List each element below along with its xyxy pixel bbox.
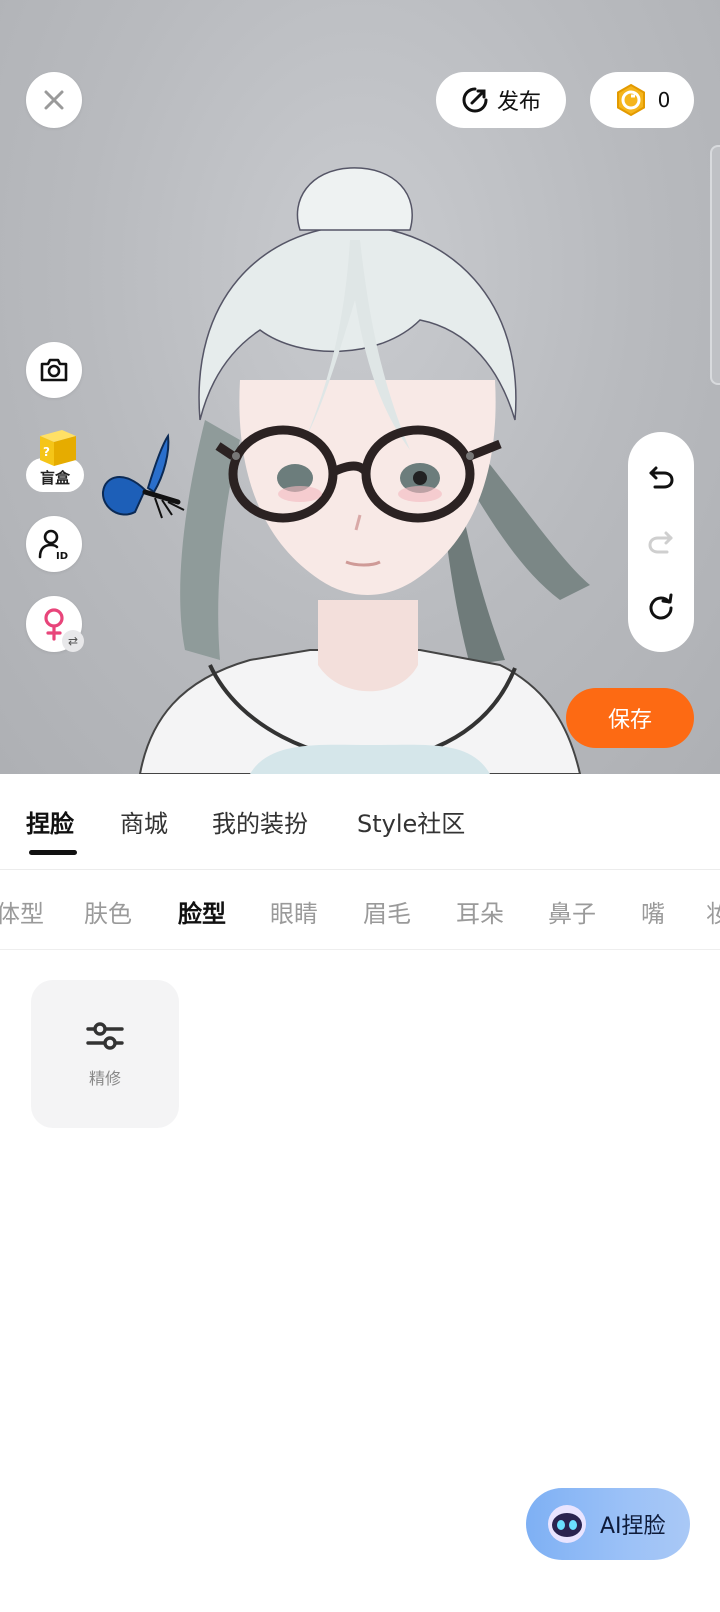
history-panel — [628, 432, 694, 652]
camera-icon — [40, 358, 68, 382]
subtab-eyes[interactable]: 眼睛 — [270, 894, 318, 929]
subtab-skin-color[interactable]: 肤色 — [84, 894, 132, 929]
coin-count: 0 — [657, 88, 671, 112]
undo-icon[interactable] — [647, 463, 675, 491]
face-category-tabs: 体型 肤色 脸型 眼睛 眉毛 耳朵 鼻子 嘴 妆 — [0, 870, 720, 950]
butterfly-accessory[interactable] — [100, 430, 190, 540]
refine-label: 精修 — [88, 1069, 121, 1088]
tab-face[interactable]: 捏脸 — [26, 804, 74, 839]
coin-balance-button[interactable]: 0 — [590, 72, 694, 128]
tab-shop[interactable]: 商城 — [120, 804, 168, 839]
tab-style-community[interactable]: Style社区 — [357, 804, 465, 839]
subtab-mouth[interactable]: 嘴 — [641, 894, 665, 929]
sliders-icon — [86, 1022, 124, 1050]
swap-icon: ⇄ — [62, 630, 84, 652]
subtab-eyebrows[interactable]: 眉毛 — [363, 894, 411, 929]
subtab-nose[interactable]: 鼻子 — [548, 894, 596, 929]
close-icon — [44, 90, 64, 110]
save-button[interactable]: 保存 — [566, 688, 694, 748]
tab-my-outfits[interactable]: 我的装扮 — [212, 804, 308, 839]
ai-robot-icon — [548, 1505, 586, 1543]
avatar-stage[interactable]: 发布 0 盲盒 ? ID ⇄ 保存 — [0, 0, 720, 774]
publish-icon — [462, 87, 488, 113]
svg-text:?: ? — [43, 445, 50, 459]
camera-button[interactable] — [26, 342, 82, 398]
publish-button[interactable]: 发布 — [436, 72, 566, 128]
reset-icon[interactable] — [647, 593, 675, 621]
close-button[interactable] — [26, 72, 82, 128]
ai-face-label: AI捏脸 — [600, 1514, 666, 1539]
subtab-face-shape[interactable]: 脸型 — [178, 894, 226, 929]
id-icon: ID — [38, 529, 68, 561]
subtab-makeup[interactable]: 妆 — [706, 894, 720, 929]
avatar-id-button[interactable]: ID — [26, 516, 82, 572]
coin-icon — [616, 83, 645, 117]
subtab-body-shape[interactable]: 体型 — [0, 894, 44, 929]
redo-icon[interactable] — [647, 528, 675, 556]
refine-card[interactable]: 精修 — [31, 980, 179, 1128]
subtab-ears[interactable]: 耳朵 — [456, 894, 504, 929]
publish-label: 发布 — [496, 90, 541, 115]
svg-text:ID: ID — [56, 551, 68, 561]
active-tab-indicator — [29, 850, 77, 855]
blindbox-icon: ? — [40, 430, 76, 466]
blindbox-label: 盲盒 — [39, 469, 70, 487]
side-drawer-handle[interactable] — [710, 145, 720, 385]
main-tab-bar: 捏脸 商城 我的装扮 Style社区 — [0, 774, 720, 870]
save-label: 保存 — [607, 708, 652, 733]
ai-face-button[interactable]: AI捏脸 — [526, 1488, 690, 1560]
